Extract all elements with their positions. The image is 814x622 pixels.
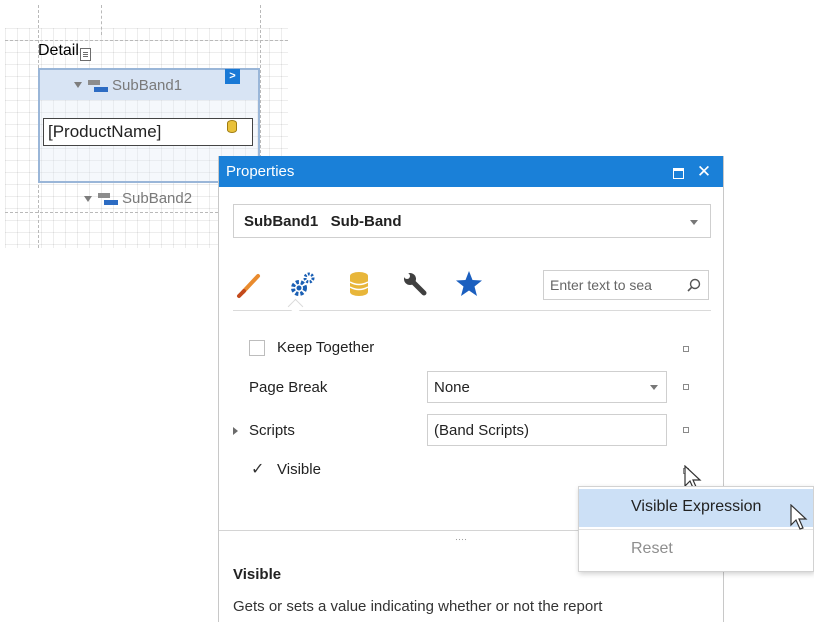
close-icon: ✕	[696, 162, 712, 181]
menu-separator	[579, 529, 813, 530]
property-scripts[interactable]: Scripts (Band Scripts)	[219, 413, 725, 449]
property-keep-together[interactable]: Keep Together	[219, 330, 725, 366]
property-label: Visible	[277, 461, 321, 478]
selected-object: SubBand1 Sub-Band	[244, 213, 402, 230]
search-input[interactable]	[550, 277, 685, 293]
subband1-header[interactable]: SubBand1 >	[40, 69, 258, 100]
grip-icon	[455, 538, 467, 542]
close-button[interactable]: ✕	[695, 163, 713, 181]
subband-icon	[88, 80, 108, 92]
checkmark-icon: ✓	[251, 461, 265, 478]
property-label: Scripts	[249, 422, 295, 439]
property-visible[interactable]: ✓ Visible	[219, 452, 725, 488]
page-break-value: None	[434, 379, 470, 396]
property-marker[interactable]	[683, 346, 689, 352]
smart-tag-button[interactable]: >	[225, 69, 240, 84]
menu-item-reset[interactable]: Reset	[579, 531, 813, 569]
collapse-arrow-icon[interactable]	[84, 196, 92, 202]
panel-title: Properties	[226, 163, 295, 180]
database-binding-icon	[227, 120, 237, 133]
chevron-down-icon	[650, 385, 658, 390]
description-title: Visible	[233, 566, 282, 583]
property-marker[interactable]	[683, 427, 689, 433]
subband2-label: SubBand2	[122, 190, 193, 207]
property-search[interactable]	[543, 270, 709, 300]
maximize-button[interactable]	[669, 163, 687, 181]
chevron-down-icon	[690, 220, 698, 225]
wrench-icon[interactable]	[399, 268, 431, 300]
property-label: Keep Together	[277, 339, 375, 356]
subband1-label: SubBand1	[112, 77, 183, 94]
field-expression: [ProductName]	[48, 122, 162, 141]
star-icon[interactable]	[453, 268, 485, 300]
gears-icon[interactable]	[287, 268, 319, 300]
detail-band-icon	[80, 48, 91, 61]
property-page-break[interactable]: Page Break None	[219, 370, 725, 406]
property-tabs	[233, 260, 711, 311]
brush-icon[interactable]	[233, 268, 265, 300]
keep-together-checkbox[interactable]	[249, 340, 265, 356]
maximize-icon	[673, 168, 684, 179]
scripts-value: (Band Scripts)	[434, 422, 530, 439]
detail-band-header[interactable]: Detail	[38, 42, 260, 68]
search-icon[interactable]	[686, 277, 702, 293]
collapse-arrow-icon[interactable]	[74, 82, 82, 88]
ruler-guide	[101, 5, 102, 35]
visible-checkbox[interactable]: ✓	[249, 461, 265, 478]
mouse-pointer-icon	[790, 504, 808, 530]
menu-item-label: Reset	[631, 540, 673, 557]
detail-band-label: Detail	[38, 42, 79, 59]
band-separator-top	[5, 40, 288, 41]
page-break-dropdown[interactable]: None	[427, 371, 667, 403]
expand-arrow-icon[interactable]	[233, 427, 238, 435]
context-menu: Visible Expression Reset	[578, 486, 814, 572]
menu-item-visible-expression[interactable]: Visible Expression	[579, 489, 813, 527]
object-selector[interactable]: SubBand1 Sub-Band	[233, 204, 711, 238]
scripts-value-box[interactable]: (Band Scripts)	[427, 414, 667, 446]
property-label: Page Break	[249, 379, 328, 396]
menu-item-label: Visible Expression	[631, 498, 762, 515]
property-marker[interactable]	[683, 384, 689, 390]
properties-title-bar[interactable]: Properties ✕	[219, 156, 723, 187]
database-icon[interactable]	[343, 268, 375, 300]
subband-icon	[98, 193, 118, 205]
description-text: Gets or sets a value indicating whether …	[233, 598, 603, 615]
product-name-field[interactable]: [ProductName]	[43, 118, 253, 146]
